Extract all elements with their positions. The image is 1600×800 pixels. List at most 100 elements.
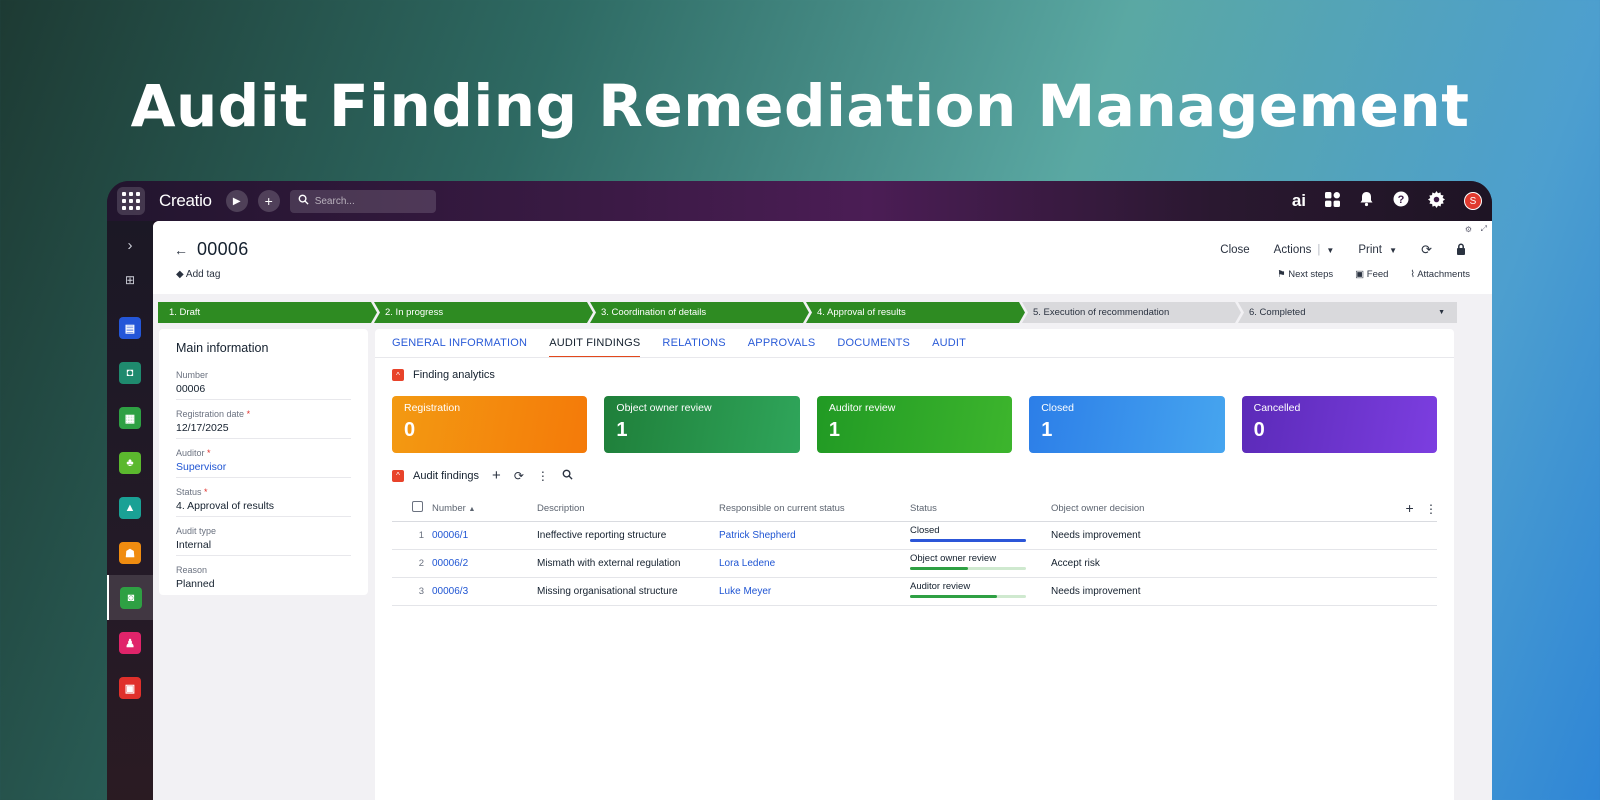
card-label: Auditor review <box>828 402 896 414</box>
chevron-down-icon[interactable]: ▼ <box>1438 309 1445 316</box>
card-closed[interactable]: Closed 1 <box>1029 396 1225 453</box>
field-label: Status <box>176 487 202 497</box>
row-index: 1 <box>418 530 424 541</box>
status-progress-bar <box>910 595 1026 598</box>
field-auditor[interactable]: Auditor * Supervisor <box>176 448 351 478</box>
expand-icon[interactable]: ⤢ <box>1481 224 1487 234</box>
nav-reports-icon[interactable]: ▣ <box>119 677 141 699</box>
actions-button[interactable]: Actions | ▼ <box>1274 244 1335 256</box>
refresh-icon[interactable]: ⟳ <box>1421 242 1432 258</box>
apps-menu-button[interactable] <box>117 187 145 215</box>
create-button[interactable]: + <box>257 190 280 212</box>
nav-findings-icon[interactable]: ♟ <box>119 632 141 654</box>
responsible-link[interactable]: Patrick Shepherd <box>719 530 910 541</box>
tab-approvals[interactable]: APPROVALS <box>748 337 816 358</box>
nav-objects-icon[interactable]: ♣ <box>119 452 141 474</box>
field-reason[interactable]: Reason Planned <box>176 565 351 594</box>
add-column-icon[interactable]: + <box>1405 500 1413 516</box>
table-row[interactable]: 2 00006/2 Mismath with external regulati… <box>392 550 1437 578</box>
flag-icon: ⚑ <box>1277 269 1289 280</box>
stage-coordination[interactable]: 3. Coordination of details <box>590 302 809 323</box>
column-decision[interactable]: Object owner decision <box>1051 503 1397 514</box>
card-auditor-review[interactable]: Auditor review 1 <box>816 396 1013 453</box>
nav-audit-plans-icon[interactable]: ▤ <box>119 317 141 339</box>
add-icon[interactable]: + <box>492 467 501 484</box>
attachments-button[interactable]: ⌇ Attachments <box>1410 269 1470 280</box>
nav-audits-icon: ◙ <box>120 586 142 609</box>
card-object-owner-review[interactable]: Object owner review 1 <box>604 396 800 453</box>
status-cell: Closed <box>910 525 1051 542</box>
stage-approval[interactable]: 4. Approval of results <box>806 302 1025 323</box>
auditor-link[interactable]: Supervisor <box>176 461 351 473</box>
decision-cell: Needs improvement <box>1051 530 1141 541</box>
table-row[interactable]: 3 00006/3 Missing organisational structu… <box>392 578 1437 606</box>
field-audit-type[interactable]: Audit type Internal <box>176 526 351 556</box>
table-row[interactable]: 1 00006/1 Ineffective reporting structur… <box>392 522 1437 550</box>
print-label: Print <box>1358 244 1382 256</box>
more-options-icon[interactable]: ⋮ <box>537 469 549 483</box>
tab-audit-findings[interactable]: AUDIT FINDINGS <box>549 337 641 358</box>
search-icon[interactable] <box>562 469 573 483</box>
stage-completed[interactable]: 6. Completed ▼ <box>1238 302 1457 323</box>
expand-nav-chevron-icon[interactable]: › <box>128 237 133 257</box>
tab-general-information[interactable]: GENERAL INFORMATION <box>392 337 527 358</box>
column-number[interactable]: Number ▲ <box>432 503 537 514</box>
nav-risks-icon[interactable]: ▲ <box>119 497 141 519</box>
select-all-checkbox[interactable] <box>412 501 423 512</box>
tab-audit[interactable]: AUDIT <box>932 337 966 358</box>
field-label: Reason <box>176 565 208 575</box>
global-search[interactable] <box>289 189 436 213</box>
lock-icon[interactable] <box>1456 243 1466 258</box>
add-tag-button[interactable]: ◆ Add tag <box>176 269 220 280</box>
field-label: Number <box>176 370 209 380</box>
gear-icon[interactable] <box>1428 190 1445 212</box>
card-registration[interactable]: Registration 0 <box>392 396 588 453</box>
print-button[interactable]: Print ▼ <box>1358 244 1397 256</box>
analytics-section-header: ^ Finding analytics <box>392 369 495 381</box>
ai-assistant-button[interactable]: ai <box>1292 191 1306 211</box>
column-responsible[interactable]: Responsible on current status <box>719 503 910 514</box>
left-navigation: › ⊞ ▤ ◘ ▦ ♣ ▲ ☗ ◙ ♟ ▣ <box>107 221 153 800</box>
table-header: Number ▲ Description Responsible on curr… <box>392 495 1437 522</box>
collapse-icon[interactable]: ^ <box>392 369 404 381</box>
search-input[interactable] <box>314 195 425 207</box>
collapse-icon[interactable]: ^ <box>392 469 404 482</box>
stage-execution[interactable]: 5. Execution of recommendation <box>1022 302 1241 323</box>
more-options-icon[interactable]: ⋮ <box>1425 502 1437 516</box>
finding-number-link[interactable]: 00006/2 <box>432 558 537 569</box>
tab-documents[interactable]: DOCUMENTS <box>837 337 910 358</box>
analytics-cards: Registration 0 Object owner review 1 Audit… <box>392 396 1438 453</box>
finding-number-link[interactable]: 00006/1 <box>432 530 537 541</box>
run-process-button[interactable]: ▶ <box>225 190 248 212</box>
feed-button[interactable]: ▣ Feed <box>1355 269 1388 280</box>
nav-contacts-icon[interactable]: ◘ <box>119 362 141 384</box>
user-avatar[interactable]: S <box>1464 192 1482 210</box>
select-all-cell <box>392 501 432 515</box>
nav-audits-item[interactable]: ◙ <box>107 575 153 620</box>
column-status[interactable]: Status <box>910 503 1051 514</box>
nav-auditors-icon[interactable]: ☗ <box>119 542 141 564</box>
responsible-link[interactable]: Luke Meyer <box>719 586 910 597</box>
nav-accounts-icon[interactable]: ▦ <box>119 407 141 429</box>
finding-number-link[interactable]: 00006/3 <box>432 586 537 597</box>
stage-draft[interactable]: 1. Draft <box>158 302 377 323</box>
card-cancelled[interactable]: Cancelled 0 <box>1241 396 1438 453</box>
required-marker: * <box>204 487 208 497</box>
field-number[interactable]: Number 00006 <box>176 370 351 400</box>
app-hub-icon[interactable] <box>1325 191 1340 211</box>
next-steps-button[interactable]: ⚑ Next steps <box>1277 269 1333 280</box>
page-settings-icon[interactable]: ⚙ <box>1465 225 1472 234</box>
field-registration-date[interactable]: Registration date * 12/17/2025 <box>176 409 351 439</box>
workplace-grid-icon[interactable]: ⊞ <box>125 273 135 293</box>
help-icon[interactable]: ? <box>1393 191 1409 211</box>
responsible-link[interactable]: Lora Ledene <box>719 558 910 569</box>
field-status[interactable]: Status * 4. Approval of results <box>176 487 351 517</box>
close-button[interactable]: Close <box>1220 244 1249 256</box>
refresh-icon[interactable]: ⟳ <box>514 469 524 483</box>
back-arrow-icon[interactable]: ← <box>174 242 188 258</box>
bell-icon[interactable] <box>1359 191 1374 211</box>
tab-relations[interactable]: RELATIONS <box>662 337 725 358</box>
column-description[interactable]: Description <box>537 503 719 514</box>
field-value: 12/17/2025 <box>176 422 229 434</box>
stage-in-progress[interactable]: 2. In progress <box>374 302 593 323</box>
